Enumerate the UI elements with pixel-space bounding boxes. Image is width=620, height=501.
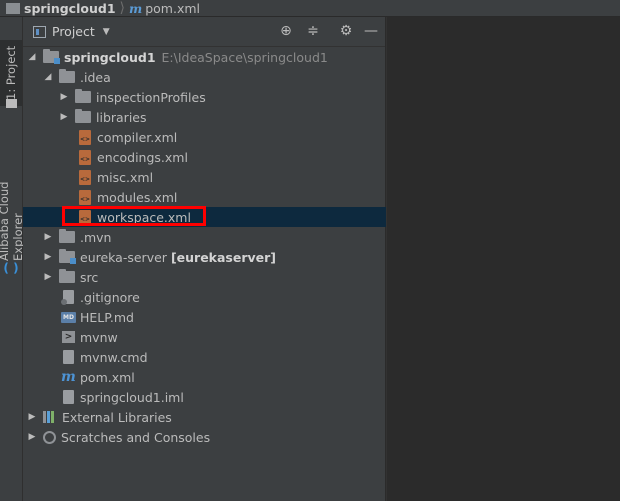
panel-header: Project ▼ ⊕ ≑ ⚙ — (23, 17, 385, 47)
project-panel: Project ▼ ⊕ ≑ ⚙ — ◢ springcloud1 E:\Idea… (23, 17, 441, 501)
tree-item-mvnw-cmd[interactable]: mvnw.cmd (23, 347, 425, 367)
tree-item-label: inspectionProfiles (96, 89, 206, 105)
tree-item-misc-xml[interactable]: misc.xml (23, 167, 441, 187)
tree-item-pom-xml[interactable]: m pom.xml (23, 367, 423, 387)
tree-item-label: springcloud1 (64, 49, 156, 65)
tree-item-gitignore[interactable]: .gitignore (23, 287, 425, 307)
shell-script-icon: > (62, 331, 75, 343)
tree-item-scratches[interactable]: ▶ Scratches and Consoles (23, 427, 389, 447)
breadcrumb-separator: ⟩ (119, 0, 125, 16)
maven-icon: m (61, 369, 76, 385)
expanded-arrow-icon[interactable]: ◢ (27, 52, 37, 62)
tree-item-label: eureka-server (80, 249, 167, 265)
tree-item-src[interactable]: ▶ src (23, 267, 405, 287)
tree-item-label: springcloud1.iml (80, 389, 184, 405)
folder-icon (59, 229, 75, 243)
tree-item-springcloud1-iml[interactable]: springcloud1.iml (23, 387, 425, 407)
editor-area[interactable] (386, 17, 620, 501)
collapsed-arrow-icon[interactable]: ▶ (27, 412, 37, 422)
tree-item-libraries[interactable]: ▶ libraries (23, 107, 421, 127)
scratches-icon (43, 430, 56, 444)
tree-item-label: src (80, 269, 99, 285)
tree-item-label: misc.xml (97, 169, 154, 185)
maven-icon: m (128, 0, 143, 16)
tree-item-label: mvnw (80, 329, 118, 345)
expanded-arrow-icon[interactable]: ◢ (43, 72, 53, 82)
collapsed-arrow-icon[interactable]: ▶ (59, 112, 69, 122)
breadcrumb: springcloud1 ⟩ m pom.xml (0, 0, 620, 17)
tree-item-mvnw[interactable]: > mvnw (23, 327, 424, 347)
tree-item-label: mvnw.cmd (80, 349, 148, 365)
cloud-icon[interactable]: ( ) (3, 261, 19, 275)
tree-item-label: libraries (96, 109, 147, 125)
tree-item-eureka-server[interactable]: ▶ eureka-server [eurekaserver] (23, 247, 405, 267)
text-file-icon (63, 350, 74, 364)
annotation-highlight-box (62, 206, 206, 226)
collapsed-arrow-icon[interactable]: ▶ (43, 272, 53, 282)
xml-file-icon (79, 169, 91, 185)
gear-icon[interactable]: ⚙ (338, 23, 354, 39)
tree-item-idea[interactable]: ◢ .idea (23, 67, 405, 87)
tab-project[interactable]: 1: Project (0, 40, 22, 106)
tree-item-label: compiler.xml (97, 129, 178, 145)
folder-icon (59, 69, 75, 83)
breadcrumb-root[interactable]: springcloud1 (24, 1, 116, 16)
collapsed-arrow-icon[interactable]: ▶ (59, 92, 69, 102)
tree-item-label: encodings.xml (97, 149, 188, 165)
tree-item-label: .gitignore (80, 289, 140, 305)
tree-item-label: .mvn (80, 229, 112, 245)
xml-file-icon (79, 149, 91, 165)
xml-file-icon (79, 129, 91, 145)
folder-icon (75, 89, 91, 103)
gitignore-file-icon (61, 290, 74, 305)
iml-file-icon (63, 390, 74, 404)
panel-title[interactable]: Project (52, 24, 95, 39)
tree-item-label: Scratches and Consoles (61, 429, 211, 445)
chevron-down-icon[interactable]: ▼ (103, 27, 110, 37)
tree-item-root[interactable]: ◢ springcloud1 E:\IdeaSpace\springcloud1 (23, 47, 389, 67)
tree-item-mvn[interactable]: ▶ .mvn (23, 227, 405, 247)
tree-item-help-md[interactable]: MD HELP.md (23, 307, 423, 327)
tree-item-external-libraries[interactable]: ▶ External Libraries (23, 407, 389, 427)
collapsed-arrow-icon[interactable]: ▶ (43, 232, 53, 242)
hide-icon[interactable]: — (363, 23, 379, 39)
module-folder-icon (59, 249, 76, 264)
tree-item-label: HELP.md (80, 309, 134, 325)
collapsed-arrow-icon[interactable]: ▶ (27, 432, 37, 442)
folder-icon (59, 269, 75, 283)
tree-item-inspection-profiles[interactable]: ▶ inspectionProfiles (23, 87, 421, 107)
libraries-icon (43, 411, 57, 423)
project-icon (33, 25, 46, 38)
module-name: [eurekaserver] (170, 249, 277, 265)
folder-icon (6, 99, 17, 108)
folder-icon (75, 109, 91, 123)
xml-file-icon (79, 189, 91, 205)
tool-window-strip: 1: Project Alibaba Cloud Explorer ( ) (0, 17, 25, 501)
locate-icon[interactable]: ⊕ (278, 23, 294, 39)
tree-item-compiler-xml[interactable]: compiler.xml (23, 127, 441, 147)
module-folder-icon (43, 49, 60, 64)
tree-item-encodings-xml[interactable]: encodings.xml (23, 147, 441, 167)
tree-item-modules-xml[interactable]: modules.xml (23, 187, 441, 207)
tree-item-label: pom.xml (80, 369, 135, 385)
collapse-all-icon[interactable]: ≑ (305, 23, 321, 39)
tree-item-label: External Libraries (62, 409, 172, 425)
markdown-file-icon: MD (61, 311, 76, 323)
tree-item-label: .idea (80, 69, 111, 85)
tree-item-label: modules.xml (97, 189, 178, 205)
breadcrumb-file[interactable]: pom.xml (145, 1, 200, 16)
tab-alibaba-cloud-explorer[interactable]: Alibaba Cloud Explorer (0, 133, 25, 261)
folder-icon (6, 2, 20, 14)
tree-item-path: E:\IdeaSpace\springcloud1 (161, 49, 328, 65)
collapsed-arrow-icon[interactable]: ▶ (43, 252, 53, 262)
